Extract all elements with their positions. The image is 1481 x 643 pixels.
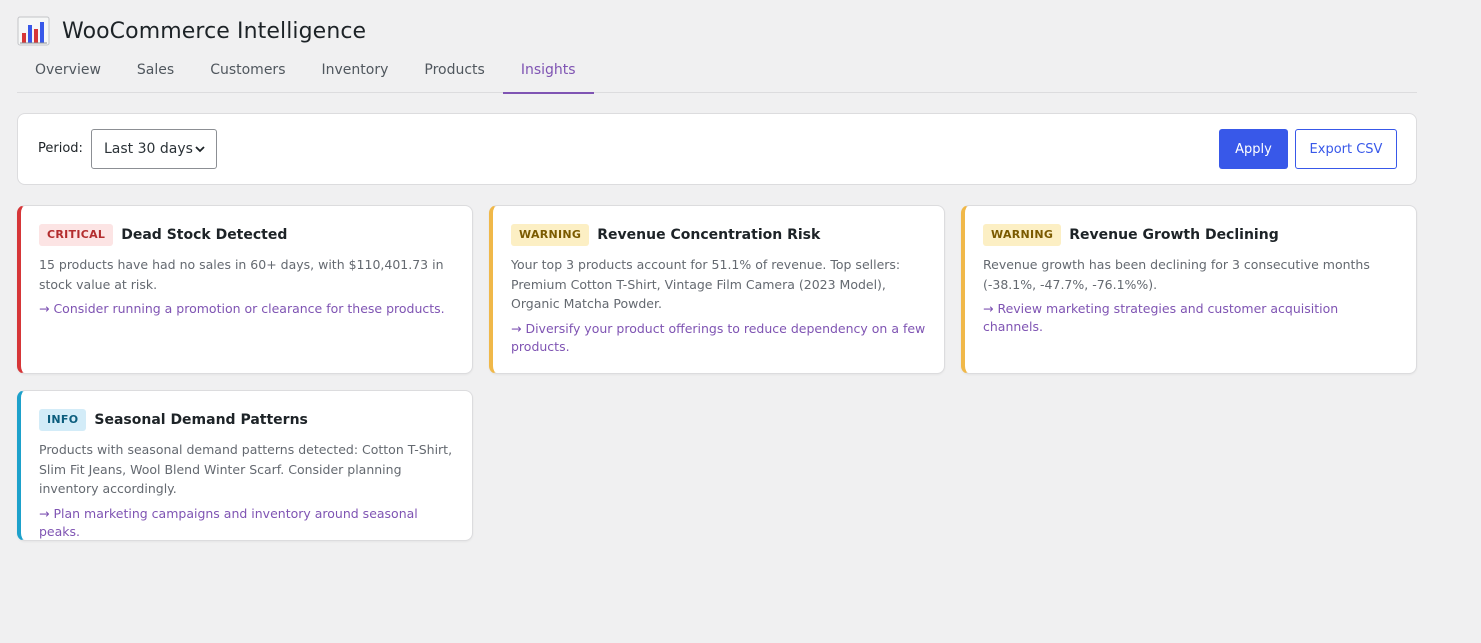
insight-title: Revenue Growth Declining <box>1069 227 1279 243</box>
insight-card-seasonal-demand: INFO Seasonal Demand Patterns Products w… <box>17 390 473 541</box>
chevron-down-icon <box>194 143 206 155</box>
insight-card-revenue-concentration: WARNING Revenue Concentration Risk Your … <box>489 205 945 374</box>
export-csv-button[interactable]: Export CSV <box>1295 129 1397 169</box>
insight-description: 15 products have had no sales in 60+ day… <box>39 257 444 292</box>
insight-recommendation: → Consider running a promotion or cleara… <box>39 301 445 316</box>
insight-title: Seasonal Demand Patterns <box>94 412 308 428</box>
severity-badge: WARNING <box>511 224 590 246</box>
period-select[interactable]: Last 30 days <box>91 129 217 169</box>
bar-chart-icon <box>17 15 51 47</box>
tab-products[interactable]: Products <box>406 52 502 93</box>
insight-title: Revenue Concentration Risk <box>597 227 821 243</box>
tab-inventory[interactable]: Inventory <box>304 52 407 93</box>
insight-recommendation: → Diversify your product offerings to re… <box>511 320 926 354</box>
tab-sales[interactable]: Sales <box>119 52 192 93</box>
filter-bar: Period: Last 30 days Apply Export CSV <box>17 113 1417 185</box>
period-label: Period: <box>38 141 83 156</box>
insight-description: Revenue growth has been declining for 3 … <box>983 257 1370 292</box>
insight-recommendation: → Plan marketing campaigns and inventory… <box>39 505 418 539</box>
app-title: WooCommerce Intelligence <box>62 18 367 44</box>
insight-title: Dead Stock Detected <box>121 227 288 243</box>
insight-description: Products with seasonal demand patterns d… <box>39 442 453 496</box>
insight-card-revenue-growth: WARNING Revenue Growth Declining Revenue… <box>961 205 1417 374</box>
insight-description: Your top 3 products account for 51.1% of… <box>511 257 901 311</box>
tab-insights[interactable]: Insights <box>502 52 594 94</box>
nav-tabs: Overview Sales Customers Inventory Produ… <box>17 52 1417 94</box>
period-select-value: Last 30 days <box>104 141 193 157</box>
severity-badge: INFO <box>39 409 87 431</box>
insight-card-dead-stock: CRITICAL Dead Stock Detected 15 products… <box>17 205 473 374</box>
apply-button[interactable]: Apply <box>1219 129 1288 169</box>
severity-badge: CRITICAL <box>39 224 114 246</box>
tab-overview[interactable]: Overview <box>17 52 119 93</box>
severity-badge: WARNING <box>983 224 1062 246</box>
insight-recommendation: → Review marketing strategies and custom… <box>983 301 1339 334</box>
app-header: WooCommerce Intelligence <box>17 14 366 48</box>
tab-customers[interactable]: Customers <box>192 52 303 93</box>
